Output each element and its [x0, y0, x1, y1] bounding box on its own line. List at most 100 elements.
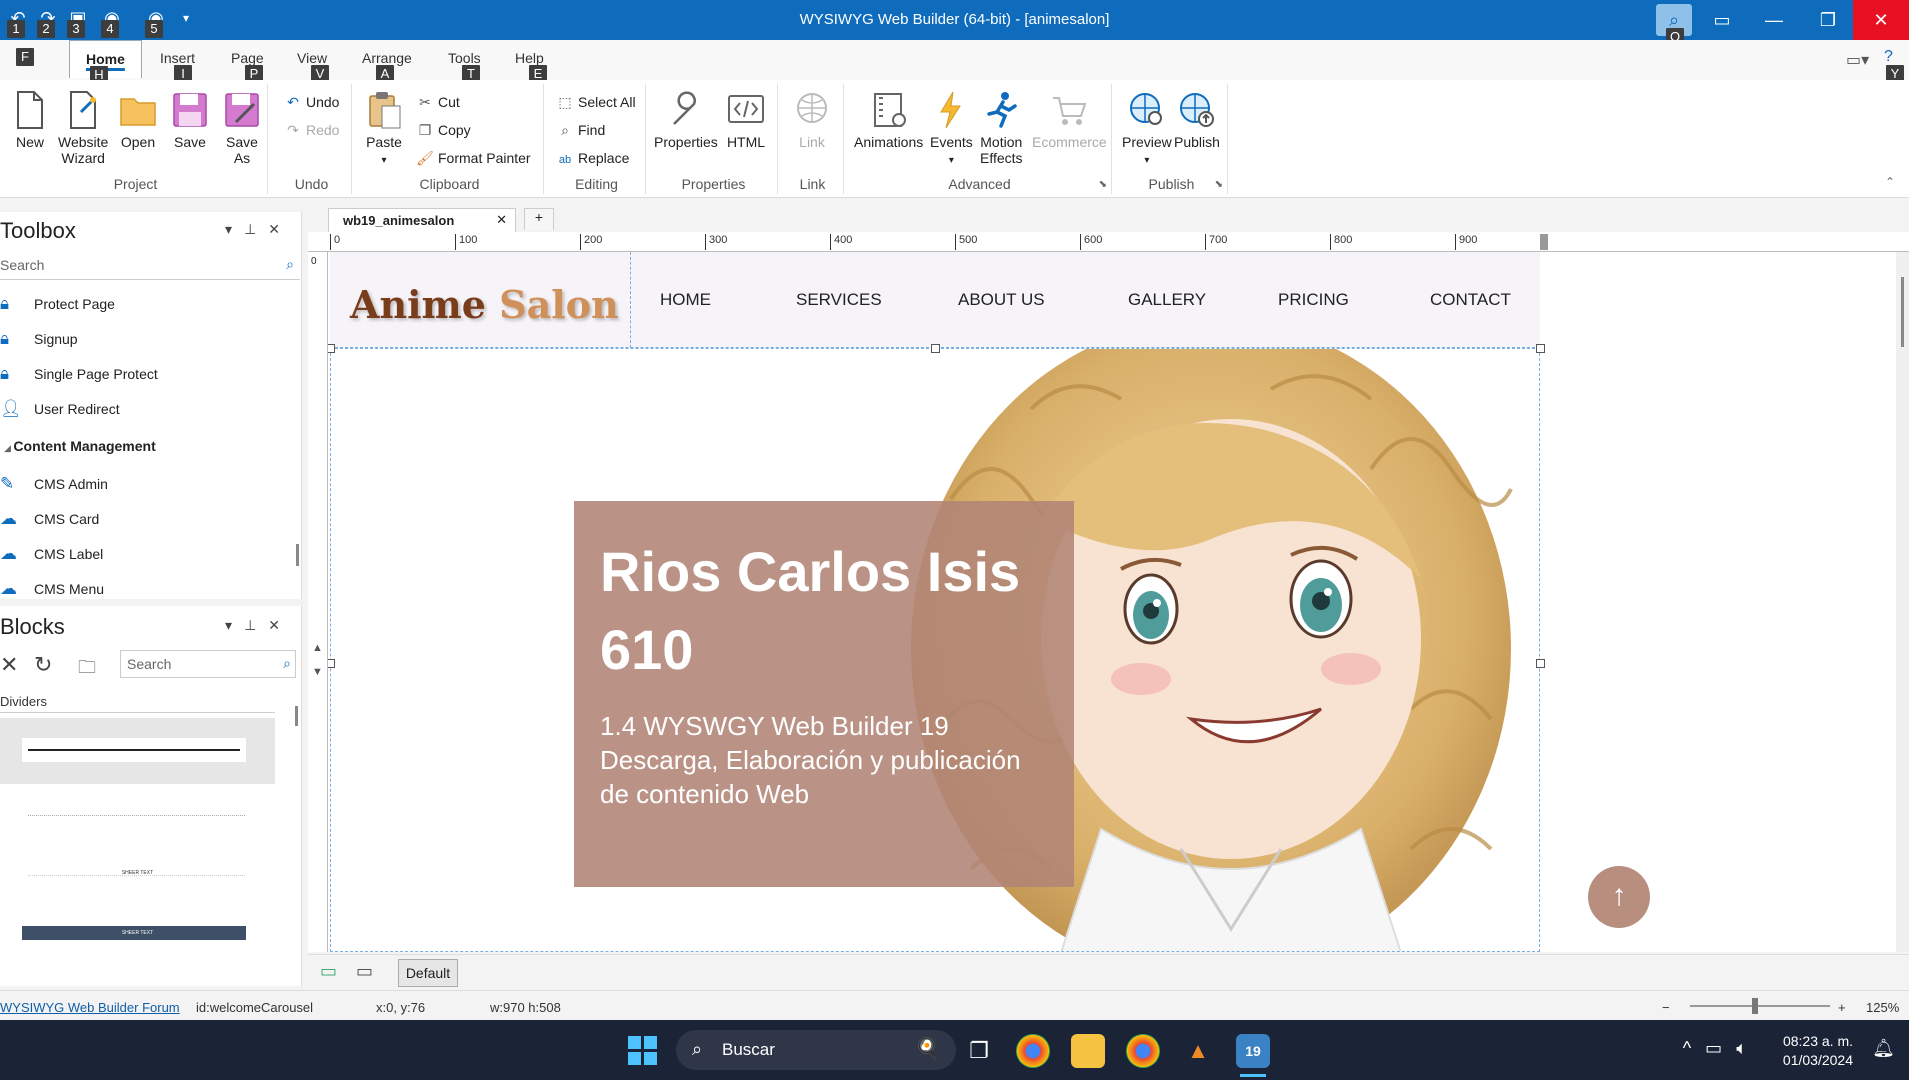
nav-gallery[interactable]: GALLERY	[1128, 290, 1206, 310]
clear-icon[interactable]: ✕	[0, 652, 18, 678]
toolbox-item-user-redirect[interactable]: 👤︎ User Redirect	[0, 395, 296, 425]
blocks-search-input[interactable]: Search ⌕	[120, 650, 296, 678]
toolbox-item-cms-label[interactable]: ☁︎ CMS Label	[0, 540, 296, 570]
toolbox-category-content-management[interactable]: ◢ Content Management	[4, 438, 156, 454]
ribbon-display-options-icon[interactable]: ▭	[1694, 0, 1750, 40]
design-canvas[interactable]: Anime Salon HOME SERVICES ABOUT US GALLE…	[328, 252, 1896, 952]
resize-handle[interactable]	[1536, 659, 1545, 668]
zoom-slider-thumb[interactable]	[1752, 998, 1758, 1014]
resize-handle[interactable]	[328, 344, 335, 353]
add-tab-button[interactable]: +	[524, 208, 554, 230]
ecommerce-button[interactable]: Ecommerce	[1032, 90, 1107, 150]
nav-services[interactable]: SERVICES	[796, 290, 882, 310]
chrome-icon[interactable]	[1016, 1034, 1050, 1068]
paste-button[interactable]: Paste ▾	[364, 90, 404, 169]
zoom-in-button[interactable]: +	[1838, 1000, 1846, 1015]
publish-button[interactable]: Publish	[1174, 90, 1220, 150]
zoom-out-button[interactable]: −	[1662, 1000, 1670, 1015]
toolbox-scrollbar[interactable]	[296, 544, 299, 566]
website-wizard-button[interactable]: Website Wizard	[58, 90, 108, 166]
chevron-up-icon[interactable]: ^	[1683, 1038, 1705, 1058]
preview-button[interactable]: Preview ▾	[1122, 90, 1172, 169]
wysiwyg-web-builder-icon[interactable]: 19	[1236, 1034, 1270, 1068]
clock[interactable]: 08:23 a. m. 01/03/2024	[1783, 1032, 1853, 1070]
toolbox-item-protect-page[interactable]: 🔒︎ Protect Page	[0, 290, 296, 320]
html-button[interactable]: HTML	[726, 90, 766, 150]
taskbar-search-input[interactable]: ⌕ Buscar 🍳	[676, 1030, 956, 1070]
dialog-launcher-icon[interactable]: ⬊	[1099, 179, 1107, 190]
task-view-icon[interactable]: ❐	[962, 1034, 996, 1068]
site-logo[interactable]: Anime Salon	[350, 282, 619, 327]
link-button[interactable]: Link	[792, 90, 832, 150]
panel-controls-icon[interactable]: ▾⊥✕	[225, 617, 292, 634]
collapse-ribbon-icon[interactable]: ⌃	[1885, 175, 1895, 189]
resize-handle[interactable]	[328, 659, 335, 668]
find-button[interactable]: ⌕ Find	[556, 122, 605, 139]
device-view-icon[interactable]: ▭▾	[1846, 50, 1869, 70]
format-painter-button[interactable]: 🖌 Format Painter	[416, 150, 530, 167]
forum-link[interactable]: WYSIWYG Web Builder Forum	[0, 1000, 180, 1015]
site-header[interactable]: Anime Salon HOME SERVICES ABOUT US GALLE…	[330, 252, 1540, 348]
save-button[interactable]: Save	[170, 90, 210, 150]
nav-contact[interactable]: CONTACT	[1430, 290, 1511, 310]
cut-button[interactable]: ✂ Cut	[416, 94, 460, 111]
default-breakpoint-button[interactable]: Default	[398, 959, 458, 987]
search-icon[interactable]: ⌕	[283, 655, 291, 672]
resize-handle[interactable]	[1536, 344, 1545, 353]
new-button[interactable]: New	[10, 90, 50, 150]
file-explorer-icon[interactable]	[1071, 1034, 1105, 1068]
tab-help[interactable]: Help E	[515, 50, 547, 83]
vlc-icon[interactable]: ▲	[1181, 1034, 1215, 1068]
zoom-slider[interactable]	[1690, 1005, 1830, 1007]
divider-block-thumb[interactable]	[0, 718, 275, 784]
system-tray[interactable]: ^▭🔈︎	[1683, 1038, 1761, 1059]
divider-block-thumb[interactable]	[0, 798, 275, 834]
tab-wb19-animesalon[interactable]: wb19_animesalon ✕	[328, 208, 516, 232]
folder-settings-icon[interactable]: 🗀	[78, 655, 96, 685]
refresh-icon[interactable]: ↻	[34, 652, 52, 678]
redo-button[interactable]: ↷ Redo	[284, 122, 339, 139]
chrome-profile-icon[interactable]	[1126, 1034, 1160, 1068]
copy-button[interactable]: ❐ Copy	[416, 122, 471, 139]
welcome-carousel[interactable]: Rios Carlos Isis 610 1.4 WYSWGY Web Buil…	[330, 348, 1540, 952]
page-width-handle[interactable]	[1540, 234, 1548, 250]
toolbox-item-cms-card[interactable]: ☁︎ CMS Card	[0, 505, 296, 535]
divider-block-thumb[interactable]: SHEER TEXT	[0, 858, 275, 894]
tab-home[interactable]: Home H	[69, 40, 142, 84]
tab-arrange[interactable]: Arrange A	[362, 50, 412, 83]
save-as-button[interactable]: Save As	[222, 90, 262, 166]
nav-home[interactable]: HOME	[660, 290, 711, 310]
select-all-button[interactable]: ⬚ Select All	[556, 94, 635, 111]
start-button[interactable]	[628, 1036, 658, 1066]
animations-button[interactable]: Animations	[854, 90, 923, 150]
panel-controls-icon[interactable]: ▾⊥✕	[225, 221, 292, 238]
canvas-vertical-scrollbar[interactable]	[1896, 252, 1909, 952]
replace-button[interactable]: ab Replace	[556, 150, 630, 166]
toolbox-search-input[interactable]: Search ⌕	[0, 252, 300, 280]
close-icon[interactable]: ✕	[1853, 0, 1909, 40]
page-settings-icon[interactable]: ▭	[356, 961, 373, 982]
divider-block-thumb[interactable]: SHEER TEXT	[0, 920, 275, 944]
properties-button[interactable]: Properties	[654, 90, 718, 150]
ruler-arrow-up-icon[interactable]: ▲	[312, 642, 323, 654]
network-icon[interactable]: ▭	[1705, 1038, 1736, 1058]
close-tab-icon[interactable]: ✕	[496, 212, 507, 228]
blocks-scrollbar[interactable]	[295, 706, 298, 726]
volume-muted-icon[interactable]: 🔈︎	[1736, 1038, 1761, 1058]
motion-effects-button[interactable]: Motion Effects	[980, 90, 1023, 166]
toolbox-item-cms-menu[interactable]: ☁︎ CMS Menu	[0, 575, 296, 605]
file-tab[interactable]: F	[16, 48, 34, 66]
nav-about-us[interactable]: ABOUT US	[958, 290, 1045, 310]
resize-handle[interactable]	[931, 344, 940, 353]
toolbox-item-signup[interactable]: 🔒︎ Signup	[0, 325, 296, 355]
hero-card[interactable]: Rios Carlos Isis 610 1.4 WYSWGY Web Buil…	[574, 501, 1074, 887]
open-button[interactable]: Open	[118, 90, 158, 150]
tab-insert[interactable]: Insert I	[160, 50, 195, 83]
tab-view[interactable]: View V	[297, 50, 329, 83]
add-page-icon[interactable]: ▭	[320, 961, 337, 982]
scroll-to-top-button[interactable]: ↑	[1588, 866, 1650, 928]
scrollbar-thumb[interactable]	[1901, 277, 1904, 347]
undo-button[interactable]: ↶ Undo	[284, 94, 339, 111]
dialog-launcher-icon[interactable]: ⬊	[1215, 179, 1223, 190]
events-button[interactable]: Events ▾	[930, 90, 973, 169]
